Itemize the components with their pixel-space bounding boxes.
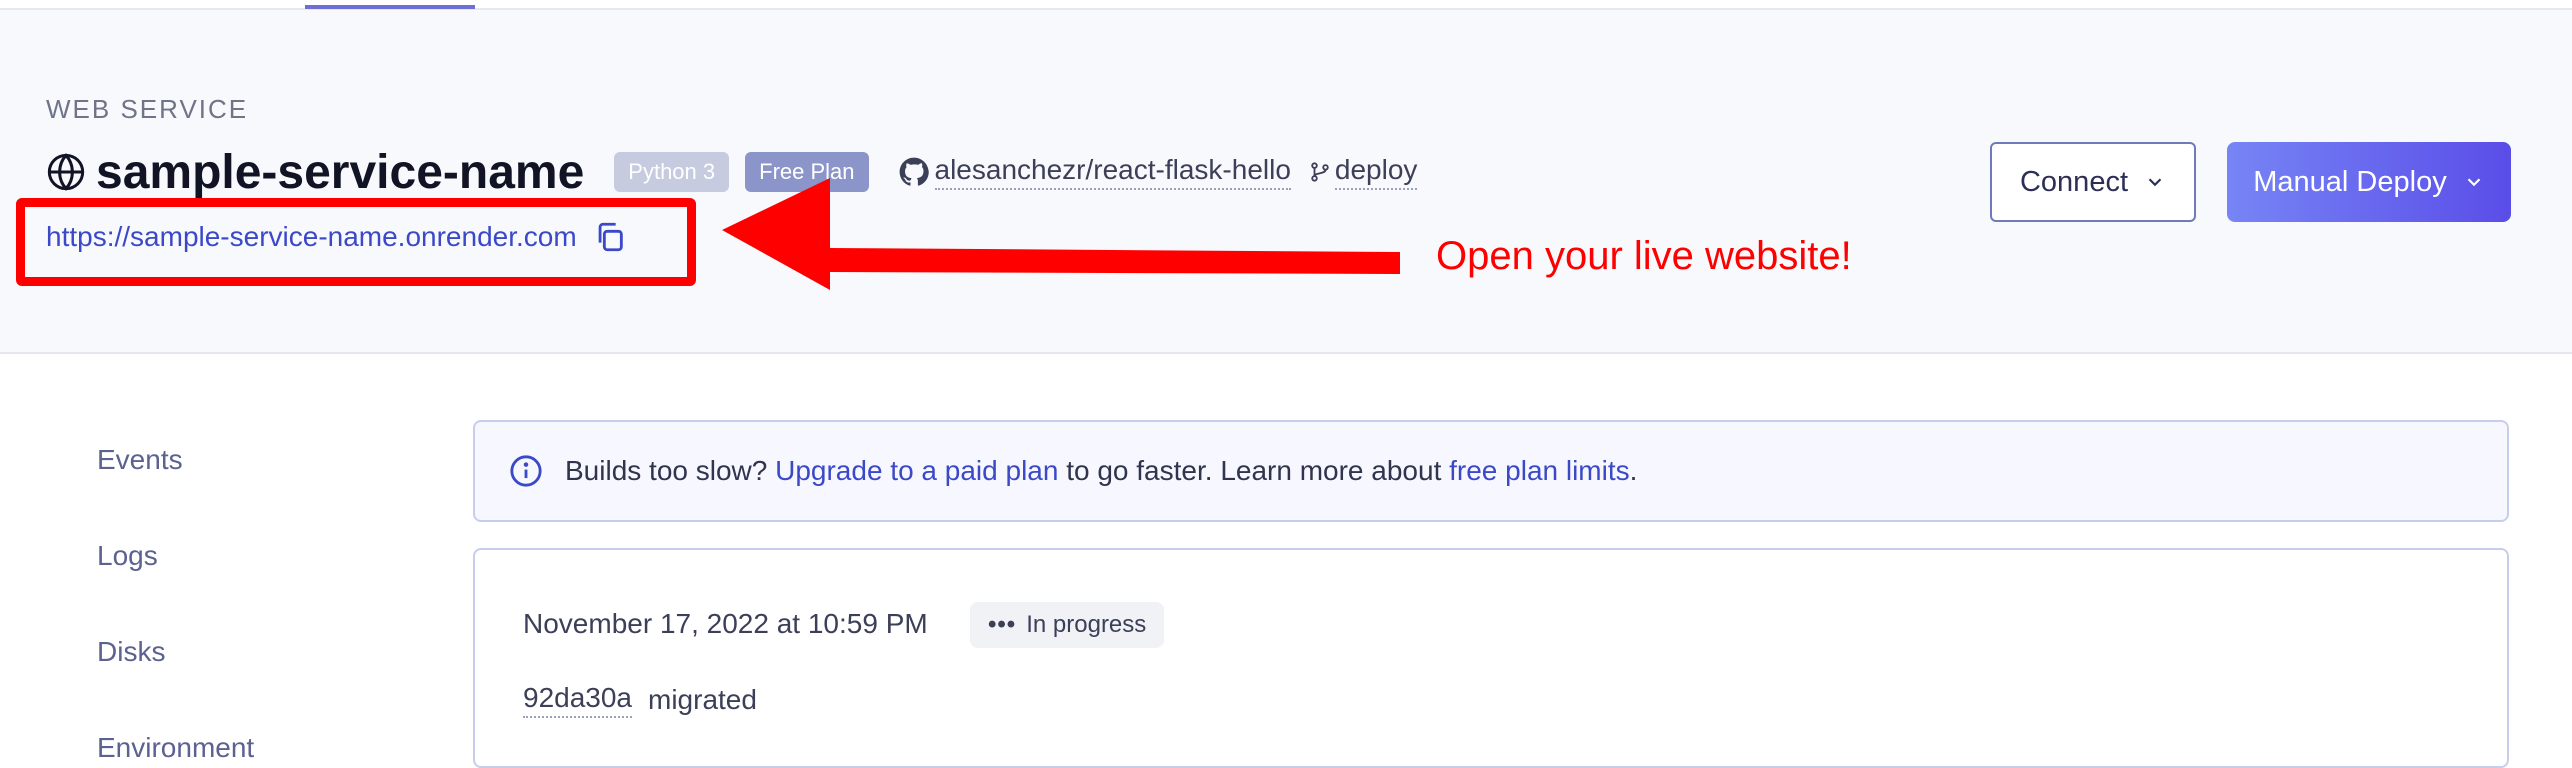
sidebar-item-events[interactable]: Events	[97, 444, 183, 476]
sidebar-item-environment[interactable]: Environment	[97, 732, 254, 764]
upgrade-link[interactable]: Upgrade to a paid plan	[775, 455, 1058, 486]
free-plan-limits-link[interactable]: free plan limits	[1449, 455, 1630, 486]
deploy-event-card[interactable]: November 17, 2022 at 10:59 PM ••• In pro…	[473, 548, 2509, 768]
notice-text: Builds too slow? Upgrade to a paid plan …	[565, 455, 1637, 487]
notice-text-middle: to go faster. Learn more about	[1058, 455, 1450, 486]
status-dots: •••	[988, 611, 1017, 638]
manual-deploy-label: Manual Deploy	[2253, 165, 2447, 198]
sidebar-item-disks[interactable]: Disks	[97, 636, 165, 668]
chevron-down-icon	[2148, 178, 2162, 187]
status-text: In progress	[1026, 611, 1147, 638]
status-badge: ••• In progress	[970, 602, 1165, 648]
manual-deploy-button[interactable]: Manual Deploy	[2227, 142, 2511, 222]
info-icon	[510, 455, 542, 487]
notice-text-before: Builds too slow?	[565, 455, 776, 486]
connect-button[interactable]: Connect	[1990, 142, 2196, 222]
deploy-timestamp: November 17, 2022 at 10:59 PM	[523, 608, 928, 639]
commit-row: 92da30a migrated	[523, 682, 757, 718]
annotation-text: Open your live website!	[1436, 234, 1852, 278]
commit-hash-link[interactable]: 92da30a	[523, 682, 633, 718]
commit-message: migrated	[648, 684, 757, 715]
sidebar-item-logs[interactable]: Logs	[97, 540, 158, 572]
builds-notice: Builds too slow? Upgrade to a paid plan …	[473, 420, 2509, 522]
connect-label: Connect	[2019, 165, 2128, 198]
notice-text-after: .	[1629, 455, 1638, 486]
chevron-down-icon	[2467, 178, 2480, 187]
